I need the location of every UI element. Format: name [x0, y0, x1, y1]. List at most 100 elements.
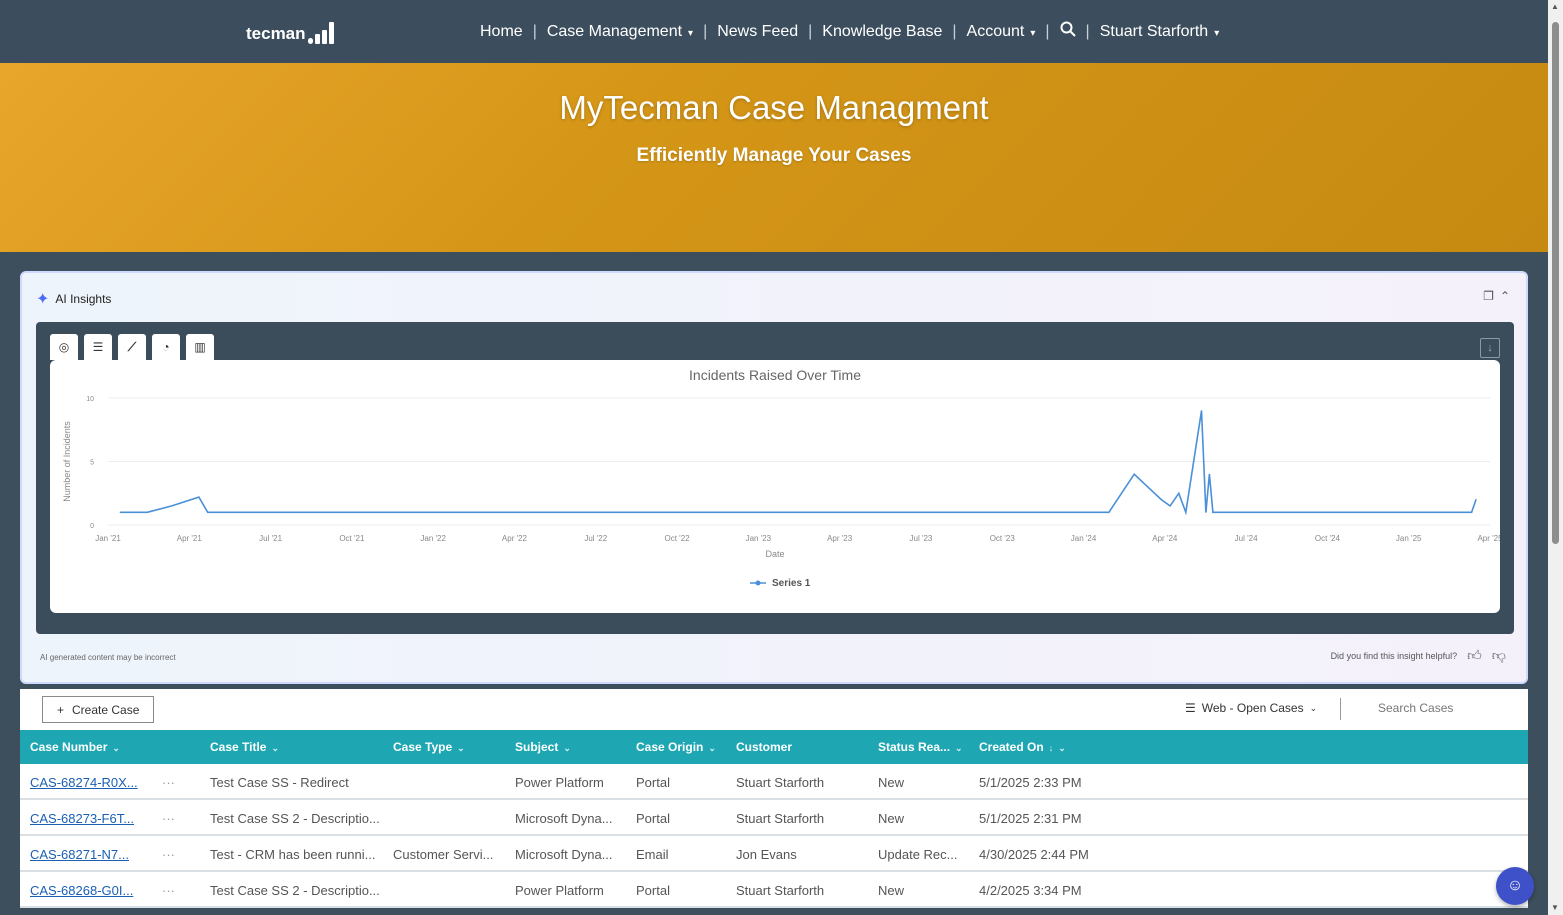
- bar-chart-tab[interactable]: ▥: [186, 334, 214, 360]
- chat-assistant-button[interactable]: ☺: [1496, 867, 1534, 905]
- col-subject[interactable]: Subject ⌄: [515, 740, 571, 754]
- x-tick-label: Oct '24: [1315, 534, 1341, 543]
- customer-cell: Stuart Starforth: [736, 883, 825, 898]
- x-tick-label: Oct '22: [665, 534, 691, 543]
- x-tick-label: Oct '23: [990, 534, 1016, 543]
- data-point: [1160, 499, 1162, 501]
- create-case-label: Create Case: [72, 702, 140, 717]
- scroll-up-icon[interactable]: ▲: [1551, 2, 1559, 11]
- y-tick-label: 5: [90, 460, 94, 467]
- col-case-origin[interactable]: Case Origin ⌄: [636, 740, 716, 754]
- x-tick-label: Apr '23: [827, 534, 853, 543]
- col-case-title[interactable]: Case Title ⌄: [210, 740, 279, 754]
- y-tick-label: 10: [86, 396, 94, 403]
- chart-title: Incidents Raised Over Time: [689, 367, 861, 383]
- table-row[interactable]: CAS-68273-F6T... ··· Test Case SS 2 - Desc…: [20, 800, 1528, 836]
- x-tick-label: Apr '24: [1152, 534, 1178, 543]
- case-number-link[interactable]: CAS-68271-N7...: [30, 847, 129, 862]
- page-title: MyTecman Case Managment: [559, 89, 989, 126]
- nav-menu: Home | Case Management ▾ | News Feed | Kn…: [470, 21, 1229, 42]
- col-case-number[interactable]: Case Number ⌄: [30, 740, 120, 754]
- grid-header: Case Number ⌄ Case Title ⌄ Case Type ⌄ Subj…: [20, 730, 1528, 764]
- case-origin-cell: Portal: [636, 811, 670, 826]
- data-point: [1133, 473, 1135, 475]
- row-more-options[interactable]: ···: [162, 847, 175, 862]
- case-origin-cell: Email: [636, 847, 669, 862]
- chart-container: ◎ ☰ ⟋ ◔ ▥ ↓ Incidents Raised Over Time 0 5…: [36, 322, 1514, 634]
- scrollbar-thumb[interactable]: [1552, 22, 1559, 544]
- data-point: [1200, 410, 1203, 412]
- row-more-options[interactable]: ···: [162, 811, 175, 826]
- status-reason-cell: New: [878, 811, 905, 826]
- data-point: [1212, 511, 1214, 513]
- y-tick-label: 0: [90, 523, 94, 530]
- ai-insights-header: ✦ AI Insights: [36, 289, 111, 309]
- page-subtitle: Efficiently Manage Your Cases: [636, 145, 912, 166]
- col-customer[interactable]: Customer: [736, 740, 792, 754]
- x-tick-label: Jul '24: [1235, 534, 1258, 543]
- case-title-cell: Test - CRM has been runni...: [210, 847, 376, 862]
- ai-disclaimer: AI generated content may be incorrect: [40, 653, 176, 662]
- data-point: [119, 511, 121, 513]
- table-row[interactable]: CAS-68271-N7... ··· Test - CRM has been ru…: [20, 836, 1528, 872]
- chevron-down-icon: ▾: [688, 27, 694, 39]
- thumbs-up-icon[interactable]: 👍︎: [1467, 647, 1482, 664]
- table-view-tab[interactable]: ◎: [50, 334, 78, 360]
- col-case-type[interactable]: Case Type ⌄: [393, 740, 465, 754]
- chevron-down-icon: ⌄: [955, 743, 963, 753]
- scroll-down-icon[interactable]: ▼: [1551, 903, 1559, 912]
- x-tick-label: Apr '21: [177, 534, 203, 543]
- line-chart-tab[interactable]: ⟋: [118, 334, 146, 360]
- page-scrollbar[interactable]: ▲ ▼: [1548, 0, 1563, 915]
- data-point: [146, 511, 148, 513]
- nav-user-menu[interactable]: Stuart Starforth ▾: [1090, 23, 1230, 41]
- collapse-icon[interactable]: ⌃: [1500, 289, 1510, 303]
- nav-account[interactable]: Account ▾: [957, 23, 1046, 41]
- nav-home[interactable]: Home: [470, 23, 533, 41]
- created-on-cell: 4/30/2025 2:44 PM: [979, 847, 1089, 862]
- tecman-logo[interactable]: tecman: [246, 22, 334, 44]
- table-row[interactable]: CAS-68268-G0I... ··· Test Case SS 2 - Desc…: [20, 872, 1528, 908]
- view-selector[interactable]: ☰ Web - Open Cases ⌄: [1185, 701, 1317, 715]
- summary-view-tab[interactable]: ☰: [84, 334, 112, 360]
- table-row[interactable]: CAS-68274-R0X... ··· Test Case SS - Redire…: [20, 764, 1528, 800]
- nav-news-feed[interactable]: News Feed: [707, 23, 808, 41]
- case-title-cell: Test Case SS 2 - Descriptio...: [210, 883, 380, 898]
- nav-case-management[interactable]: Case Management ▾: [537, 23, 703, 41]
- data-point: [1063, 511, 1065, 513]
- created-on-cell: 5/1/2025 2:33 PM: [979, 775, 1082, 790]
- data-point: [1185, 511, 1187, 513]
- row-more-options[interactable]: ···: [162, 883, 175, 898]
- create-case-button[interactable]: + Create Case: [42, 696, 155, 723]
- copy-icon[interactable]: ❐: [1483, 289, 1494, 303]
- toolbar-separator: [1340, 698, 1341, 720]
- search-cases-input[interactable]: Search Cases: [1378, 701, 1453, 715]
- chevron-down-icon: ▾: [1214, 27, 1220, 39]
- list-icon: ☰: [1185, 701, 1196, 715]
- bar-chart-icon: ▥: [194, 340, 206, 354]
- chevron-down-icon: ⌄: [271, 743, 280, 753]
- col-created-on[interactable]: Created On ↓ ⌄: [979, 740, 1066, 754]
- search-button[interactable]: [1050, 21, 1086, 42]
- created-on-cell: 5/1/2025 2:31 PM: [979, 811, 1082, 826]
- chevron-down-icon: ▾: [1030, 27, 1036, 39]
- sort-desc-icon: ↓: [1048, 743, 1054, 753]
- data-point: [1108, 511, 1110, 513]
- data-point: [1178, 492, 1180, 494]
- cases-grid: Case Number ⌄ Case Title ⌄ Case Type ⌄ Subj…: [20, 730, 1528, 908]
- x-tick-label: Jan '23: [746, 534, 772, 543]
- case-number-link[interactable]: CAS-68274-R0X...: [30, 775, 138, 790]
- chart-type-tabs: ◎ ☰ ⟋ ◔ ▥: [50, 334, 214, 360]
- col-status-reason[interactable]: Status Rea... ⌄: [878, 740, 963, 754]
- export-button[interactable]: ↓: [1480, 338, 1500, 358]
- thumbs-down-icon[interactable]: 👎︎: [1492, 647, 1506, 664]
- row-more-options[interactable]: ···: [162, 775, 175, 790]
- nav-knowledge-base[interactable]: Knowledge Base: [812, 23, 952, 41]
- case-number-link[interactable]: CAS-68273-F6T...: [30, 811, 134, 826]
- document-icon: ☰: [92, 340, 104, 354]
- case-number-link[interactable]: CAS-68268-G0I...: [30, 883, 133, 898]
- hero-banner: MyTecman Case Managment Efficiently Mana…: [0, 63, 1548, 252]
- subject-cell: Power Platform: [515, 883, 604, 898]
- subject-cell: Power Platform: [515, 775, 604, 790]
- pie-chart-tab[interactable]: ◔: [152, 334, 180, 360]
